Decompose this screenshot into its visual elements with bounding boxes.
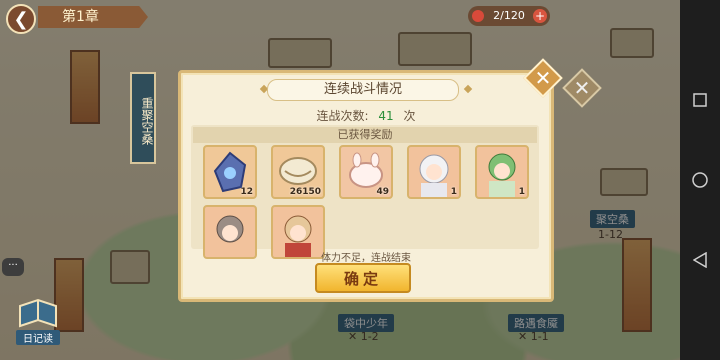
confirm-button[interactable]: 确定 bbox=[315, 263, 411, 293]
battle-count-row: 连战次数: 41 次 bbox=[181, 107, 551, 124]
reward-panel: 已获得奖励 12 26150 49 1 1 bbox=[191, 125, 539, 259]
title-ornament bbox=[463, 84, 473, 94]
reward-item[interactable]: 26150 bbox=[271, 145, 325, 199]
dialog-title: 连续战斗情况 bbox=[267, 79, 459, 101]
android-nav-bar bbox=[680, 0, 720, 360]
battle-count-label: 连战次数: bbox=[316, 109, 369, 123]
game-screen: 袋中少年 ✕ 1-2 路遇食魇 ✕ 1-1 聚空桑 1-12 ❮ 第1章 2/1… bbox=[0, 0, 680, 360]
battle-result-dialog: 连续战斗情况 连战次数: 41 次 已获得奖励 12 26150 49 1 1 … bbox=[178, 70, 554, 302]
item-quantity: 49 bbox=[376, 187, 389, 197]
reward-item[interactable]: 49 bbox=[339, 145, 393, 199]
stamina-counter: 2/120 + bbox=[468, 6, 550, 26]
reward-item[interactable]: 1 bbox=[475, 145, 529, 199]
chat-icon: ··· bbox=[8, 260, 18, 271]
stamina-icon bbox=[472, 10, 484, 22]
battle-count-value: 41 bbox=[378, 109, 394, 123]
close-icon: ✕ bbox=[573, 76, 591, 100]
chat-button[interactable]: ··· bbox=[2, 258, 24, 276]
item-quantity: 1 bbox=[450, 187, 457, 197]
add-stamina-button[interactable]: + bbox=[533, 9, 547, 23]
item-quantity: 26150 bbox=[289, 187, 321, 197]
chapter-side-scroll[interactable]: 重聚空桑 bbox=[130, 72, 156, 164]
stamina-value: 2/120 bbox=[493, 9, 525, 22]
back-nav-icon[interactable] bbox=[688, 248, 712, 272]
rewards-header: 已获得奖励 bbox=[193, 127, 537, 143]
item-quantity: 1 bbox=[518, 187, 525, 197]
battle-count-unit: 次 bbox=[403, 109, 416, 123]
reward-item[interactable]: 1 bbox=[407, 145, 461, 199]
diary-button[interactable]: 日记读 bbox=[16, 296, 60, 345]
book-icon bbox=[19, 298, 57, 328]
chapter-title: 第1章 bbox=[38, 6, 148, 28]
diary-label: 日记读 bbox=[16, 330, 60, 345]
back-arrow-icon: ❮ bbox=[13, 8, 29, 30]
back-button[interactable]: ❮ bbox=[6, 4, 36, 34]
item-quantity: 12 bbox=[240, 187, 253, 197]
close-icon[interactable]: ✕ bbox=[529, 64, 557, 92]
reward-item[interactable]: 12 bbox=[203, 145, 257, 199]
home-icon[interactable] bbox=[688, 168, 712, 192]
recent-apps-icon[interactable] bbox=[688, 88, 712, 112]
end-message: 体力不足，连战结束 bbox=[321, 253, 411, 264]
